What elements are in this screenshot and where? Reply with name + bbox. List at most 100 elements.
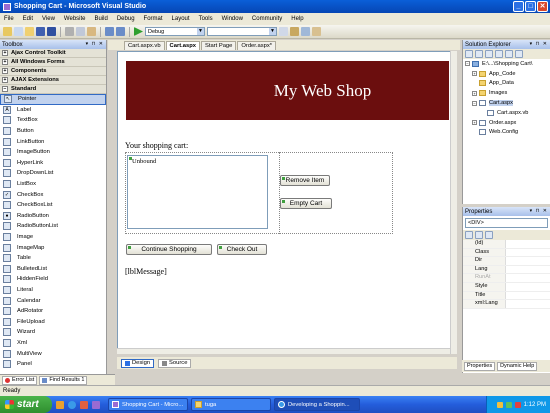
alphabetical-icon[interactable] <box>475 231 483 239</box>
tree-node-cart-aspx-vb[interactable]: Cart.aspx.vb <box>463 108 550 118</box>
ie-quick-launch-icon[interactable] <box>68 400 76 409</box>
toolbox-group-components[interactable]: + Components <box>0 67 106 76</box>
taskbar-item-tuga[interactable]: tuga <box>191 398 271 411</box>
toolbox-item-button[interactable]: Button <box>0 126 106 137</box>
maximize-button[interactable]: □ <box>525 1 536 12</box>
property-value[interactable] <box>505 265 550 274</box>
property-value[interactable] <box>505 274 550 282</box>
toolbox-item-adrotator[interactable]: AdRotator <box>0 306 106 317</box>
tab-find-results[interactable]: Find Results 1 <box>39 375 88 385</box>
solution-explorer-icon[interactable] <box>290 27 299 36</box>
property-value[interactable] <box>505 240 550 248</box>
toolbox-item-checkboxlist[interactable]: CheckBoxList <box>0 200 106 211</box>
find-combo[interactable]: ▼ <box>207 27 277 36</box>
toolbox-item-checkbox[interactable]: ✓ CheckBox <box>0 189 106 200</box>
copy-website-icon[interactable] <box>515 50 523 58</box>
tab-cart-aspx-vb[interactable]: Cart.aspx.vb <box>124 41 165 50</box>
tab-dynamic-help[interactable]: Dynamic Help <box>497 361 538 371</box>
clock[interactable]: 1:12 PM <box>524 402 546 408</box>
quick-launch-icon[interactable] <box>56 400 64 409</box>
copy-icon[interactable] <box>76 27 85 36</box>
empty-cart-button[interactable]: Empty Cart <box>280 198 332 209</box>
continue-shopping-button[interactable]: Continue Shopping <box>126 244 212 255</box>
property-row[interactable]: Class <box>463 248 550 258</box>
toolbox-item-image[interactable]: Image <box>0 232 106 243</box>
property-row[interactable]: (Id) <box>463 240 550 249</box>
cart-listbox[interactable]: Unbound <box>127 155 268 229</box>
save-all-icon[interactable] <box>47 27 56 36</box>
vertical-scrollbar[interactable] <box>450 51 457 354</box>
view-designer-icon[interactable] <box>505 50 513 58</box>
toolbox-item-label-control[interactable]: A Label <box>0 105 106 116</box>
remove-item-button[interactable]: Remove Item <box>280 175 330 186</box>
menu-window[interactable]: Window <box>222 16 243 22</box>
property-pages-icon[interactable] <box>485 231 493 239</box>
toolbox-item-listbox[interactable]: ListBox <box>0 179 106 190</box>
toolbox-item-xml[interactable]: Xml <box>0 338 106 349</box>
tab-order-aspx[interactable]: Order.aspx* <box>237 41 276 50</box>
property-row[interactable]: Style <box>463 282 550 292</box>
menu-format[interactable]: Format <box>144 16 163 22</box>
menu-community[interactable]: Community <box>252 16 282 22</box>
toolbox-group-ajax-extensions[interactable]: + AJAX Extensions <box>0 76 106 85</box>
media-quick-launch-icon[interactable] <box>80 400 88 409</box>
open-icon[interactable] <box>25 27 34 36</box>
menu-website[interactable]: Website <box>64 16 86 22</box>
tree-node-root[interactable]: − E:\...\Shopping Cart\ <box>463 59 550 69</box>
menu-edit[interactable]: Edit <box>23 16 33 22</box>
toolbox-item-panel[interactable]: Panel <box>0 359 106 370</box>
categorized-icon[interactable] <box>465 231 473 239</box>
start-button[interactable]: start <box>0 396 52 413</box>
close-button[interactable]: ✕ <box>537 1 548 12</box>
menu-view[interactable]: View <box>42 16 55 22</box>
pane-pin-close-icons[interactable]: ▾ ⊓ ✕ <box>86 41 104 47</box>
undo-icon[interactable] <box>105 27 114 36</box>
tab-cart-aspx[interactable]: Cart.aspx <box>165 41 200 50</box>
cart-label[interactable]: Your shopping cart: <box>125 141 188 150</box>
toolbox-group-standard[interactable]: − Standard <box>0 85 106 94</box>
tree-node-web-config[interactable]: Web.Config <box>463 128 550 138</box>
view-code-icon[interactable] <box>495 50 503 58</box>
start-debugging-icon[interactable] <box>134 27 143 36</box>
toolbox-item-calendar[interactable]: Calendar <box>0 295 106 306</box>
toolbox-item-wizard[interactable]: Wizard <box>0 327 106 338</box>
tab-start-page[interactable]: Start Page <box>200 41 237 50</box>
menu-tools[interactable]: Tools <box>199 16 213 22</box>
toolbox-item-imagebutton[interactable]: ImageButton <box>0 147 106 158</box>
tree-node-order-aspx[interactable]: + Order.aspx <box>463 118 550 128</box>
paste-icon[interactable] <box>87 27 96 36</box>
message-label[interactable]: [lblMessage] <box>125 267 167 276</box>
menu-help[interactable]: Help <box>291 16 303 22</box>
toolbox-item-pointer[interactable]: ↖ Pointer <box>0 94 106 105</box>
tree-node-images[interactable]: + Images <box>463 88 550 98</box>
vs-quick-launch-icon[interactable] <box>92 400 100 409</box>
toolbox-icon[interactable] <box>312 27 321 36</box>
properties-icon[interactable] <box>465 50 473 58</box>
property-row[interactable]: Title <box>463 291 550 301</box>
toolbox-item-textbox[interactable]: TextBox <box>0 115 106 126</box>
tray-icon[interactable] <box>505 401 512 408</box>
toolbox-item-radiobuttonlist[interactable]: RadioButtonList <box>0 221 106 232</box>
toolbox-item-hyperlink[interactable]: HyperLink <box>0 158 106 169</box>
properties-object-select[interactable]: <DIV> <box>465 218 548 228</box>
redo-icon[interactable] <box>116 27 125 36</box>
toolbox-group-ajax-control-toolkit[interactable]: + Ajax Control Toolkit <box>0 49 106 58</box>
tray-icon[interactable] <box>514 401 521 408</box>
toolbox-group-all-windows-forms[interactable]: + All Windows Forms <box>0 58 106 67</box>
property-value[interactable] <box>505 248 550 257</box>
save-icon[interactable] <box>36 27 45 36</box>
toolbox-item-imagemap[interactable]: ImageMap <box>0 242 106 253</box>
tree-node-app-data[interactable]: App_Data <box>463 79 550 89</box>
minimize-button[interactable]: _ <box>513 1 524 12</box>
menu-build[interactable]: Build <box>95 16 108 22</box>
toolbox-item-hiddenfield[interactable]: HiddenField <box>0 274 106 285</box>
tray-icon[interactable] <box>496 401 503 408</box>
property-value[interactable] <box>505 282 550 291</box>
menu-file[interactable]: File <box>4 16 14 22</box>
find-icon[interactable] <box>279 27 288 36</box>
toolbox-item-table[interactable]: Table <box>0 253 106 264</box>
tab-error-list[interactable]: Error List <box>2 375 38 385</box>
pane-pin-close-icons[interactable]: ▾ ⊓ ✕ <box>530 208 548 214</box>
solution-configuration-select[interactable]: Debug ▼ <box>145 27 205 36</box>
nest-related-files-icon[interactable] <box>485 50 493 58</box>
